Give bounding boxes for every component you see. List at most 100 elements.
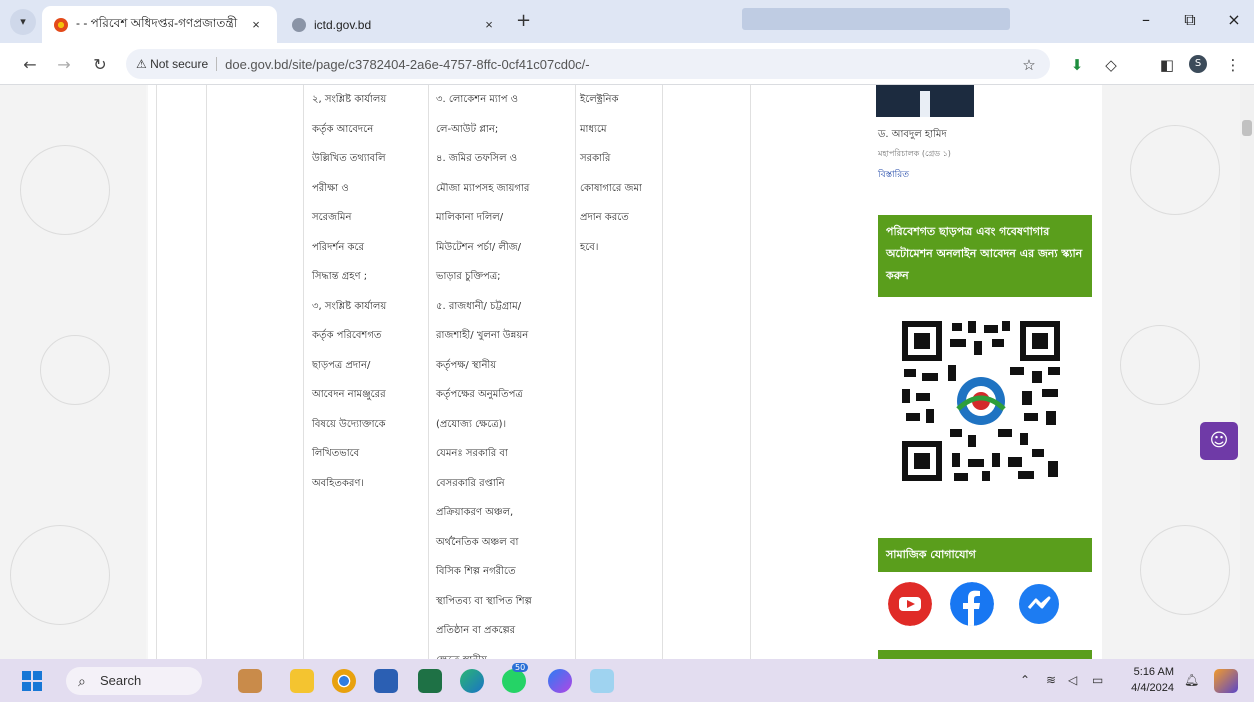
cell-line: ভাড়ার চুক্তিপত্র;: [436, 271, 501, 282]
web-page: ২, সংশ্লিষ্ট কার্যালয় কর্তৃক আবেদনে উল্লি…: [0, 85, 1254, 659]
cell-line: প্রতিষ্ঠান বা প্রকল্পের: [436, 625, 516, 636]
scrollbar-thumb[interactable]: [1242, 120, 1252, 136]
cell-line: বিষয়ে উদ্যোক্তাকে: [312, 418, 386, 430]
table-cell-payment: ইলেক্ট্রনিক মাধ্যমে সরকারি কোষাগারে জমা প্রদ…: [580, 85, 642, 262]
cell-line: পরিদর্শন করে: [312, 241, 364, 253]
word-icon[interactable]: [374, 669, 398, 693]
tab-ictd[interactable]: ictd.gov.bd ×: [280, 6, 510, 43]
messenger-icon[interactable]: [548, 669, 572, 693]
clearance-scan-box: পরিবেশগত ছাড়পত্র এবং গবেষণাগার অটোমেশন …: [878, 215, 1092, 297]
cell-line: ক্ষেত্রে স্থানীয়: [436, 646, 532, 660]
globe-icon: [292, 17, 306, 32]
facebook-icon[interactable]: [950, 582, 994, 626]
cell-line: অবহিতকরণ।: [312, 477, 364, 489]
excel-icon[interactable]: [418, 669, 442, 693]
cell-line: ৪. জমির তফসিল ও: [436, 153, 518, 164]
details-link[interactable]: বিস্তারিত: [878, 167, 909, 182]
time-text: 5:16 AM: [1133, 666, 1174, 678]
address-bar[interactable]: ⚠ Not secure doe.gov.bd/site/page/c37824…: [126, 49, 1050, 79]
table-border: [750, 85, 751, 659]
page-scrollbar[interactable]: [1240, 85, 1254, 659]
table-border: [428, 85, 429, 659]
edge-icon[interactable]: [460, 669, 484, 693]
tab-close-icon[interactable]: ×: [480, 17, 498, 32]
windows-start-button[interactable]: [22, 671, 42, 691]
table-border: [156, 85, 157, 659]
whatsapp-badge: 50: [512, 663, 529, 672]
dg-designation: মহাপরিচালক (গ্রেড ১): [878, 149, 951, 158]
profile-avatar[interactable]: S: [1189, 55, 1207, 73]
cell-line: বেসরকারি রপ্তানি: [436, 477, 505, 489]
deer-widget-icon[interactable]: [238, 669, 262, 693]
cell-line: রাজশাহী/ খুলনা উন্নয়ন: [436, 330, 529, 341]
cell-line: ৩, সংশ্লিষ্ট কার্যালয়: [312, 300, 387, 312]
cell-line: স্থাপিতব্য বা স্থাপিত শিল্প: [436, 595, 532, 607]
cell-line: কর্তৃপক্ষ/ স্থানীয়: [436, 359, 497, 371]
notification-bell-icon[interactable]: 🔔︎: [1184, 673, 1199, 687]
close-window-button[interactable]: ×: [1216, 8, 1252, 32]
cell-line: প্রদান করতে: [580, 212, 629, 223]
new-tab-button[interactable]: +: [516, 10, 531, 31]
extensions-icon[interactable]: ◇: [1100, 54, 1122, 76]
copilot-icon[interactable]: [1214, 669, 1238, 693]
cell-line: পরীক্ষা ও: [312, 182, 349, 194]
security-indicator[interactable]: ⚠ Not secure: [136, 57, 218, 71]
download-icon[interactable]: ⬇: [1066, 54, 1088, 76]
file-explorer-icon[interactable]: [290, 669, 314, 693]
dg-name: ড. আবদুল হামিদ: [878, 129, 947, 140]
cell-line: ২, সংশ্লিষ্ট কার্যালয়: [312, 94, 387, 105]
youtube-icon[interactable]: [888, 582, 932, 626]
cell-line: হবে।: [580, 241, 599, 253]
bookmark-star-icon[interactable]: ☆: [1018, 54, 1040, 76]
cell-line: ৫. রাজধানী/ চট্টগ্রাম/: [436, 300, 522, 312]
cell-line: কর্তৃক পরিবেশগত: [312, 330, 382, 341]
reload-icon[interactable]: ↻: [88, 53, 112, 77]
cell-line: ছাড়পত্র প্রদান/: [312, 359, 371, 371]
browser-tab-strip: ▾ - - পরিবেশ অধিদপ্তর-গণপ্রজাতন্ত্রী × i…: [0, 0, 1254, 43]
cell-line: ইলেক্ট্রনিক: [580, 94, 619, 105]
taskbar-clock[interactable]: 5:16 AM 4/4/2024: [1122, 664, 1174, 696]
not-secure-label: Not secure: [150, 57, 209, 71]
cell-line: সরেজমিন: [312, 212, 352, 223]
chevron-up-icon[interactable]: ⌃: [1020, 673, 1030, 687]
cell-line: কোষাগারে জমা: [580, 182, 642, 194]
taskbar-search[interactable]: ⌕ Search: [66, 667, 202, 695]
tab-title: - - পরিবেশ অধিদপ্তর-গণপ্রজাতন্ত্রী: [76, 15, 238, 30]
search-label: Search: [100, 673, 142, 688]
side-panel-icon[interactable]: ◧: [1156, 54, 1178, 76]
notepad-icon[interactable]: [590, 669, 614, 693]
accessibility-button[interactable]: ☺: [1200, 422, 1238, 460]
language-bar[interactable]: [742, 8, 1010, 30]
accessibility-icon: ☺: [1209, 430, 1229, 451]
battery-icon[interactable]: ▭: [1092, 673, 1103, 687]
minimize-button[interactable]: –: [1128, 8, 1164, 32]
cell-line: সিদ্ধান্ত গ্রহণ ;: [312, 271, 368, 282]
table-border: [303, 85, 304, 659]
menu-kebab-icon[interactable]: ⋮: [1222, 54, 1244, 76]
wifi-icon[interactable]: ≋: [1046, 673, 1056, 687]
table-cell-documents: ৩. লোকেশন ম্যাপ ও লে-আউট প্লান; ৪. জমির তফ…: [436, 85, 532, 659]
cell-line: লে-আউট প্লান;: [436, 123, 499, 135]
cell-line: মিউটেশন পর্চা/ লীজ/: [436, 241, 521, 253]
chrome-icon[interactable]: [332, 669, 356, 693]
windows-taskbar: ⌕ Search 50 ⌃ ≋ ◁ ▭ 5:16 AM 4/4/2024 🔔︎: [0, 659, 1254, 702]
cell-line: অর্থনৈতিক অঞ্চল বা: [436, 536, 519, 548]
cell-line: প্রক্রিয়াকরণ অঞ্চল,: [436, 507, 514, 518]
browser-toolbar: ← → ↻ ⚠ Not secure doe.gov.bd/site/page/…: [0, 43, 1254, 85]
tab-search-chevron-icon[interactable]: ▾: [10, 9, 36, 35]
restore-button[interactable]: ⧉: [1172, 8, 1208, 32]
messenger-icon[interactable]: [1017, 582, 1061, 626]
url-text[interactable]: doe.gov.bd/site/page/c3782404-2a6e-4757-…: [225, 57, 590, 72]
table-border: [575, 85, 576, 659]
cell-line: মালিকানা দলিল/: [436, 212, 504, 223]
forward-arrow-icon[interactable]: →: [52, 53, 76, 77]
back-arrow-icon[interactable]: ←: [18, 53, 42, 77]
whatsapp-icon[interactable]: 50: [502, 663, 529, 693]
cell-line: যেমনঃ সরকারি বা: [436, 448, 508, 459]
qr-code-image[interactable]: [898, 317, 1064, 485]
tab-doe[interactable]: - - পরিবেশ অধিদপ্তর-গণপ্রজাতন্ত্রী ×: [42, 6, 277, 43]
cell-line: সরকারি: [580, 153, 611, 164]
cell-line: মৌজা ম্যাপসহ জায়গার: [436, 182, 530, 194]
tab-close-icon[interactable]: ×: [247, 17, 265, 32]
volume-icon[interactable]: ◁: [1068, 673, 1077, 687]
